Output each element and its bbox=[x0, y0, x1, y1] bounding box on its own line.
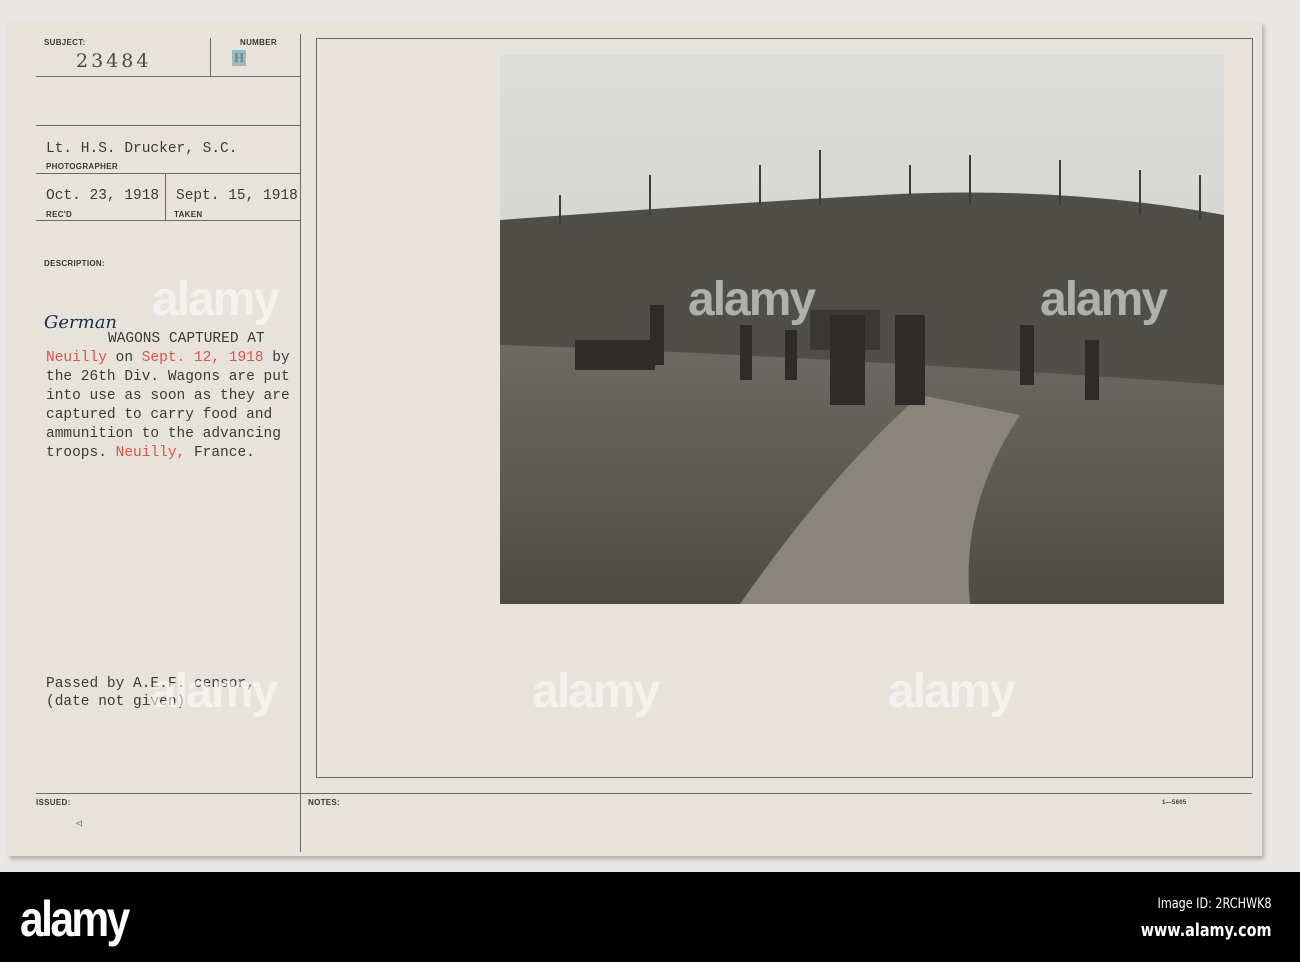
divider bbox=[36, 173, 300, 174]
desc-line: troops. Neuilly, France. bbox=[46, 444, 290, 463]
received-label: REC'D bbox=[46, 210, 73, 219]
place-name: Neuilly, bbox=[115, 445, 186, 461]
desc-line: ammunition to the advancing bbox=[46, 426, 281, 442]
desc-line: the 26th Div. Wagons are put bbox=[46, 369, 290, 385]
number-stamp: H bbox=[232, 50, 246, 66]
watermark: alamy bbox=[688, 273, 816, 326]
photographer-label: PHOTOGRAPHER bbox=[46, 162, 118, 171]
subject-number: 23484 bbox=[76, 50, 152, 72]
taken-date: Sept. 15, 1918 bbox=[176, 188, 298, 204]
photographer-name: Lt. H.S. Drucker, S.C. bbox=[46, 141, 238, 157]
form-number: 1—5605 bbox=[1162, 800, 1187, 806]
watermark: alamy bbox=[152, 273, 280, 326]
desc-text: by bbox=[263, 350, 290, 366]
photograph bbox=[500, 55, 1224, 604]
divider bbox=[36, 793, 1252, 794]
desc-line: captured to carry food and bbox=[46, 407, 273, 423]
divider bbox=[36, 76, 300, 77]
notes-label: NOTES: bbox=[308, 798, 341, 807]
capture-date: Sept. 12, 1918 bbox=[141, 350, 264, 366]
place-name: Neuilly bbox=[46, 350, 107, 366]
image-id: Image ID: 2RCHWK8 bbox=[1157, 896, 1272, 912]
triangle-mark-icon: ◁ bbox=[76, 819, 83, 830]
desc-text: on bbox=[106, 350, 142, 366]
received-date: Oct. 23, 1918 bbox=[46, 188, 160, 204]
desc-line: WAGONS CAPTURED AT bbox=[108, 331, 265, 347]
desc-line: Neuilly on Sept. 12, 1918 by bbox=[46, 349, 290, 368]
divider bbox=[36, 125, 300, 126]
subject-label: SUBJECT: bbox=[44, 38, 86, 47]
watermark: alamy bbox=[532, 665, 660, 718]
watermark: alamy bbox=[150, 665, 278, 718]
divider bbox=[36, 220, 300, 221]
taken-label: TAKEN bbox=[174, 210, 203, 219]
issued-label: ISSUED: bbox=[36, 798, 71, 807]
alamy-logo: alamy bbox=[20, 891, 130, 947]
description-label: DESCRIPTION: bbox=[44, 259, 105, 268]
footer-bar: alamy Image ID: 2RCHWK8 www.alamy.com bbox=[0, 872, 1300, 962]
desc-text: troops. bbox=[46, 445, 116, 461]
watermark: alamy bbox=[888, 665, 1016, 718]
divider bbox=[210, 38, 211, 76]
desc-line: into use as soon as they are bbox=[46, 388, 290, 404]
watermark: alamy bbox=[1040, 273, 1168, 326]
column-divider bbox=[300, 34, 301, 852]
number-label: NUMBER bbox=[240, 38, 277, 47]
description-text: WAGONS CAPTURED AT Neuilly on Sept. 12, 1… bbox=[46, 330, 290, 463]
site-url[interactable]: www.alamy.com bbox=[1141, 920, 1272, 941]
desc-text: France. bbox=[185, 445, 255, 461]
divider bbox=[165, 173, 166, 221]
